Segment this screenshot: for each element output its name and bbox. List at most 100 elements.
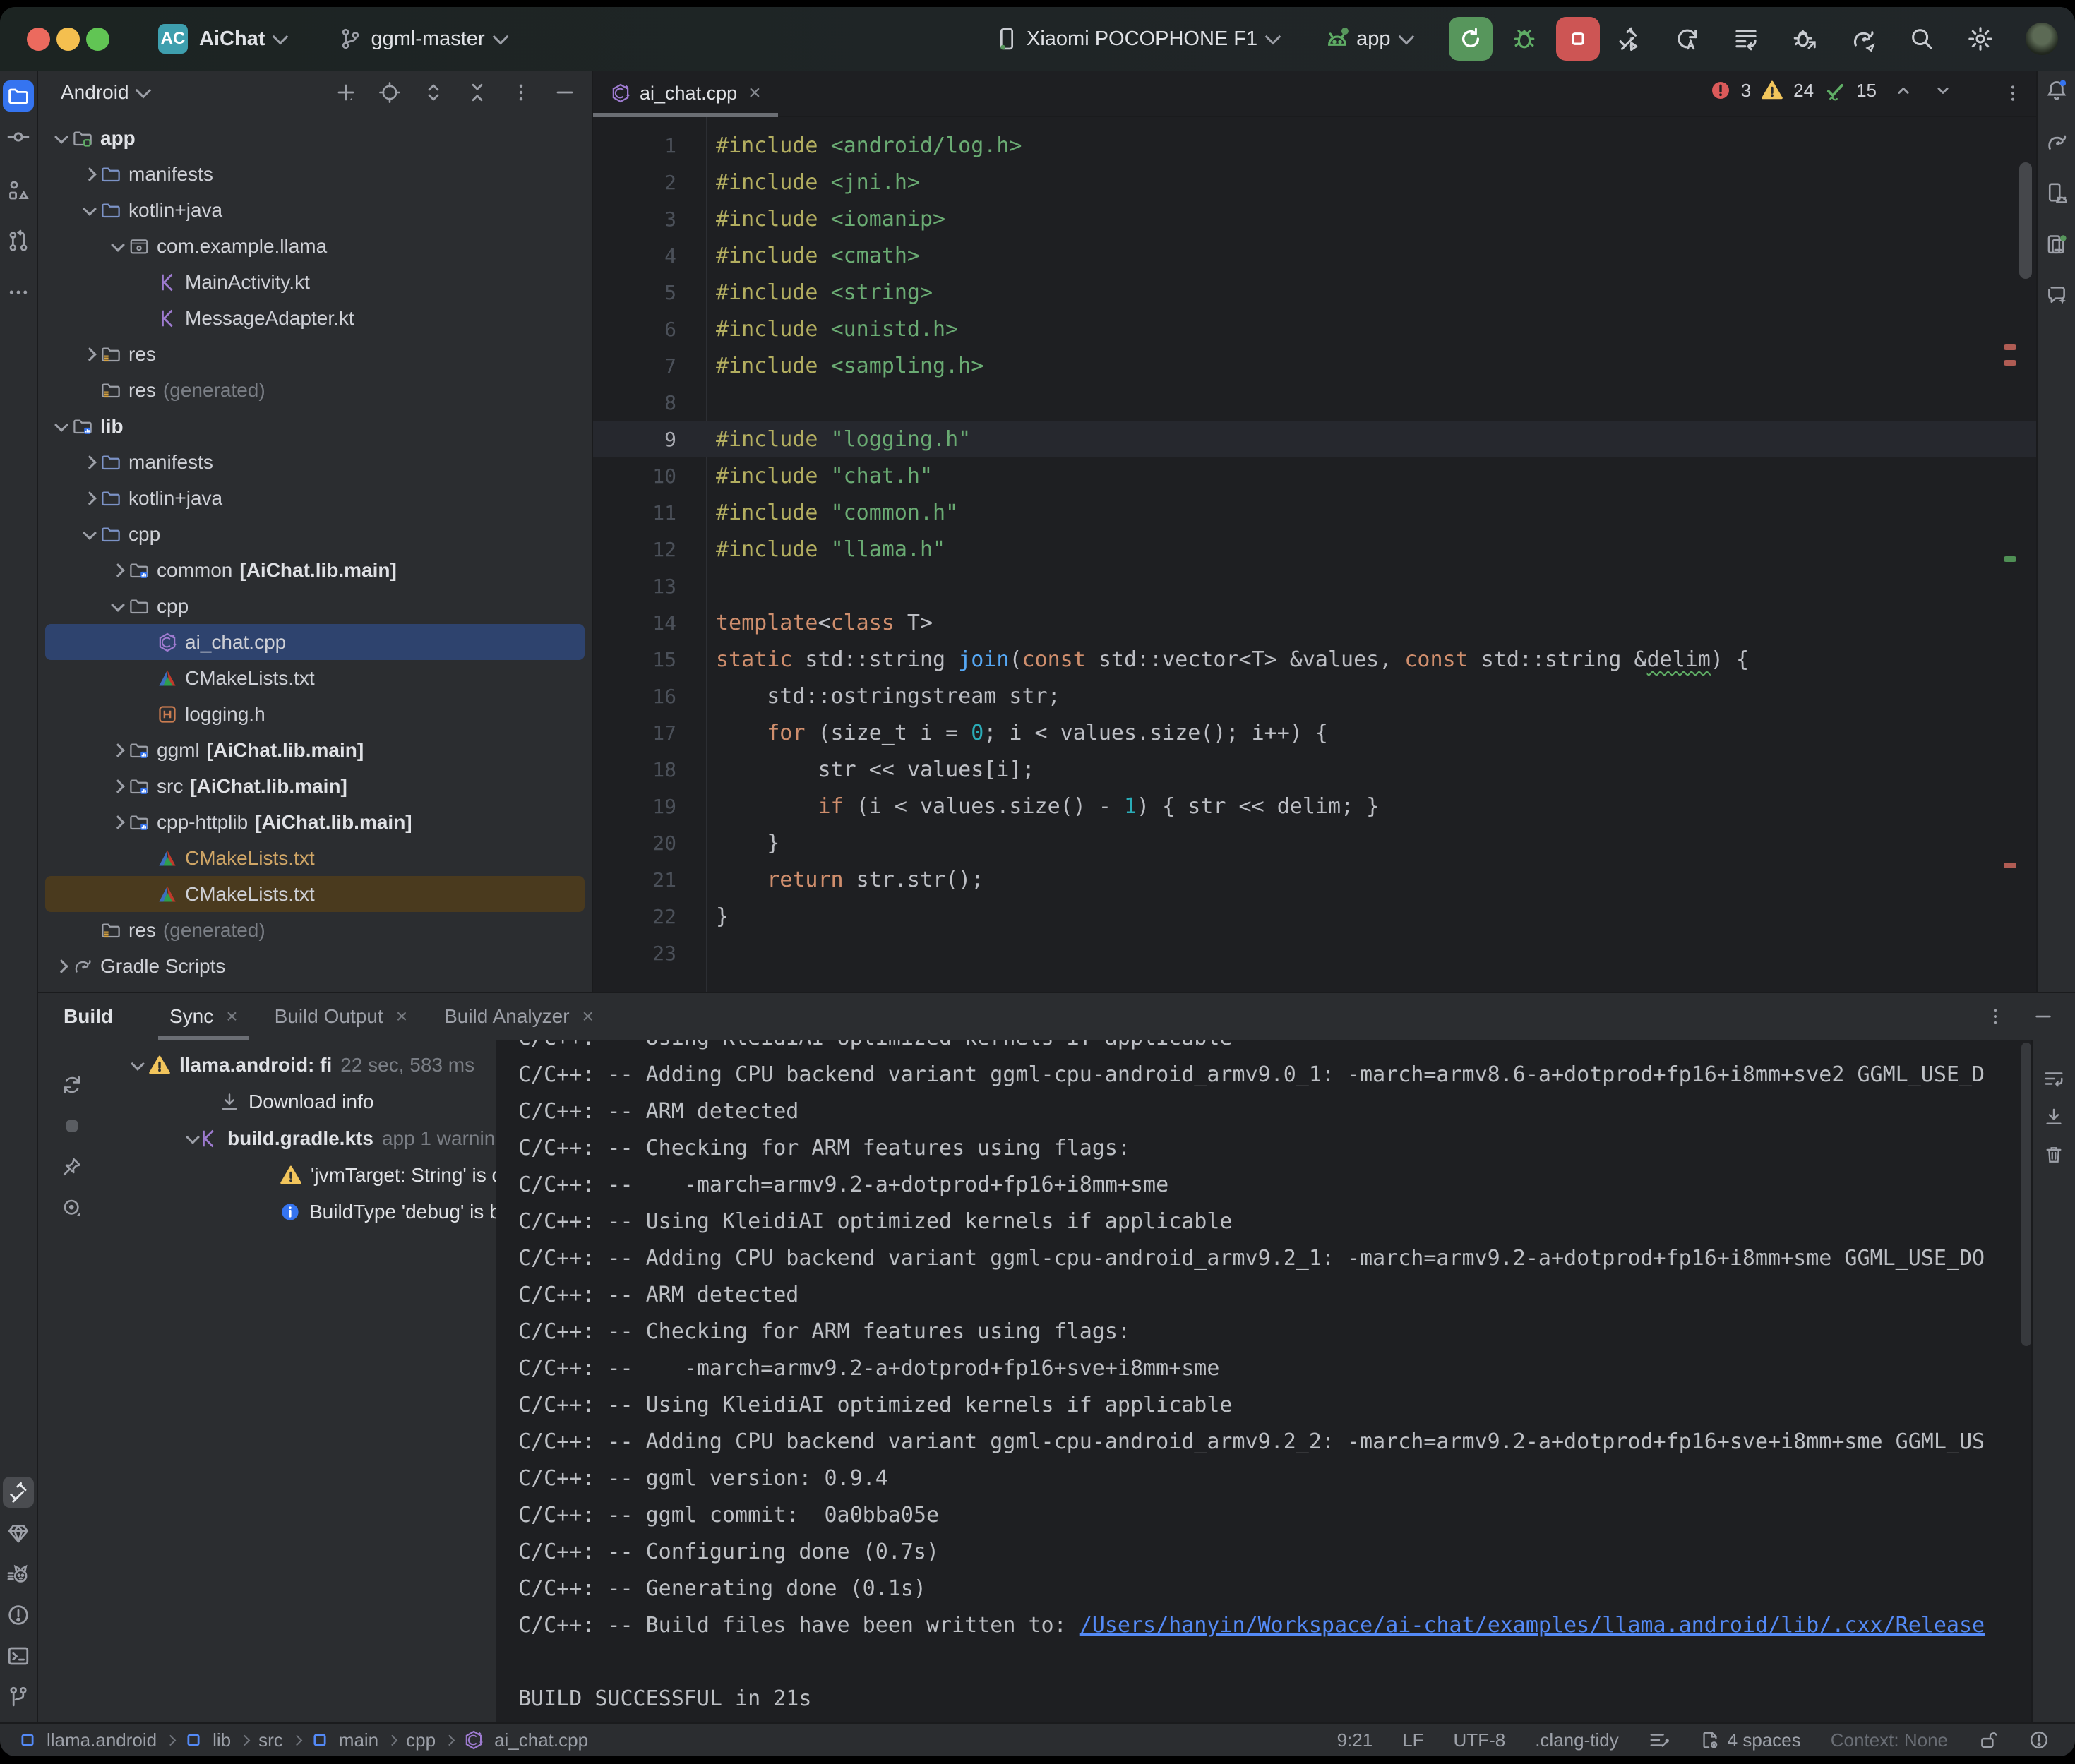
attach-debugger-icon[interactable] <box>1791 25 1818 52</box>
breadcrumb-item[interactable]: llama.android <box>47 1729 157 1751</box>
code-line-23[interactable]: 23 <box>593 935 2036 971</box>
app-insights-tool-button[interactable] <box>3 1518 34 1549</box>
run-configuration-selector[interactable]: app <box>1324 25 1411 52</box>
running-devices-button[interactable] <box>2041 229 2072 260</box>
build-event-row[interactable]: llama.android: fi22 sec, 583 ms <box>106 1047 496 1084</box>
build-options-kebab-icon[interactable] <box>1985 1006 2006 1027</box>
tree-item-cpp[interactable]: cpp <box>45 588 585 624</box>
build-console[interactable]: C/C++: -- Using KleidiAI optimized kerne… <box>497 1040 2033 1724</box>
next-problem-icon[interactable] <box>1933 80 1953 100</box>
gradle-tool-button[interactable] <box>2041 127 2072 158</box>
hide-build-window-icon[interactable] <box>2033 1006 2054 1027</box>
chevron-right-icon[interactable] <box>107 745 128 755</box>
console-scrollbar[interactable] <box>2021 1043 2031 1346</box>
chevron-down-icon[interactable] <box>107 603 128 610</box>
error-stripe-mark[interactable] <box>2004 360 2016 366</box>
tree-item-kotlin-java[interactable]: kotlin+java <box>45 480 585 516</box>
code-line-6[interactable]: 6#include <unistd.h> <box>593 311 2036 347</box>
gradle-sync-icon[interactable] <box>1850 25 1877 52</box>
sync-project-icon[interactable] <box>1674 25 1701 52</box>
chevron-down-icon[interactable] <box>51 423 72 430</box>
more-tools-button[interactable] <box>3 277 34 308</box>
tree-item-mainactivity-kt[interactable]: MainActivity.kt <box>45 264 585 300</box>
prev-problem-icon[interactable] <box>1894 80 1913 100</box>
code-line-15[interactable]: 15static std::string join(const std::vec… <box>593 641 2036 678</box>
rerun-button[interactable] <box>1449 17 1493 61</box>
build-event-row[interactable]: BuildType 'debug' is both de <box>106 1194 496 1230</box>
scroll-to-end-icon[interactable] <box>2043 1106 2064 1127</box>
show-details-icon[interactable] <box>61 1196 83 1219</box>
chevron-down-icon[interactable] <box>79 207 100 214</box>
editor-tab-ai-chat-cpp[interactable]: ai_chat.cpp × <box>593 71 778 116</box>
code-line-8[interactable]: 8 <box>593 384 2036 421</box>
pin-tab-icon[interactable] <box>61 1156 83 1178</box>
error-stripe-mark[interactable] <box>2004 863 2016 868</box>
build-event-row[interactable]: build.gradle.ktsapp 1 warning <box>106 1120 496 1157</box>
project-view-selector[interactable]: Android <box>61 81 129 104</box>
tree-item-src[interactable]: src[AiChat.lib.main] <box>45 768 585 804</box>
tree-item-ai-chat-cpp[interactable]: ai_chat.cpp <box>45 624 585 660</box>
code-line-3[interactable]: 3#include <iomanip> <box>593 200 2036 237</box>
chevron-right-icon[interactable] <box>79 493 100 503</box>
breadcrumb-item[interactable]: cpp <box>406 1729 436 1751</box>
code-line-12[interactable]: 12#include "llama.h" <box>593 531 2036 568</box>
breadcrumb-item[interactable]: lib <box>213 1729 231 1751</box>
build-hammer-run-icon[interactable] <box>1615 25 1642 52</box>
chevron-right-icon[interactable] <box>51 961 72 971</box>
tree-item-res[interactable]: res(generated) <box>45 372 585 408</box>
options-kebab-icon[interactable] <box>510 81 532 104</box>
locate-file-icon[interactable] <box>378 81 401 104</box>
notifications-button[interactable] <box>2041 75 2072 106</box>
zoom-window-button[interactable] <box>86 28 109 51</box>
analyzer-status[interactable]: .clang-tidy <box>1535 1729 1619 1751</box>
chevron-down-icon[interactable] <box>127 1062 148 1069</box>
chevron-down-icon[interactable] <box>79 531 100 538</box>
clear-all-icon[interactable] <box>2043 1144 2064 1165</box>
code-line-2[interactable]: 2#include <jni.h> <box>593 164 2036 200</box>
tree-item-manifests[interactable]: manifests <box>45 444 585 480</box>
code-line-11[interactable]: 11#include "common.h" <box>593 494 2036 531</box>
tree-item-manifests[interactable]: manifests <box>45 156 585 192</box>
code-line-5[interactable]: 5#include <string> <box>593 274 2036 311</box>
expand-all-icon[interactable] <box>422 81 445 104</box>
soft-wrap-icon[interactable] <box>2043 1068 2064 1089</box>
breadcrumb-item[interactable]: src <box>258 1729 283 1751</box>
chevron-right-icon[interactable] <box>79 457 100 467</box>
build-tab-build-analyzer[interactable]: Build Analyzer× <box>426 993 612 1040</box>
file-encoding[interactable]: UTF-8 <box>1454 1729 1506 1751</box>
commit-tool-button[interactable] <box>3 121 34 152</box>
chevron-right-icon[interactable] <box>79 169 100 179</box>
add-icon[interactable] <box>335 81 357 104</box>
tree-item-kotlin-java[interactable]: kotlin+java <box>45 192 585 228</box>
chevron-down-icon[interactable] <box>51 135 72 142</box>
tree-item-cmakelists-txt[interactable]: CMakeLists.txt <box>45 660 585 696</box>
build-tab-build-output[interactable]: Build Output× <box>256 993 426 1040</box>
code-line-22[interactable]: 22} <box>593 898 2036 935</box>
settings-gear-icon[interactable] <box>1967 25 1994 52</box>
tree-item-gradle-scripts[interactable]: Gradle Scripts <box>45 948 585 984</box>
lock-icon[interactable] <box>1978 1729 1999 1751</box>
code-line-14[interactable]: 14template<class T> <box>593 604 2036 641</box>
project-tool-button[interactable] <box>3 80 34 112</box>
code-line-20[interactable]: 20 } <box>593 824 2036 861</box>
chevron-right-icon[interactable] <box>107 781 128 791</box>
caret-position[interactable]: 9:21 <box>1337 1729 1373 1751</box>
search-everywhere-icon[interactable] <box>1908 25 1935 52</box>
close-tab-icon[interactable]: × <box>226 1005 237 1028</box>
pull-requests-tool-button[interactable] <box>3 226 34 257</box>
tree-item-res[interactable]: res <box>45 336 585 372</box>
breadcrumb-item[interactable]: ai_chat.cpp <box>494 1729 588 1751</box>
code-line-21[interactable]: 21 return str.str(); <box>593 861 2036 898</box>
context-widget[interactable]: Context: None <box>1831 1729 1948 1751</box>
indent-widget[interactable]: 4 spaces <box>1699 1729 1801 1751</box>
stop-disabled-icon[interactable] <box>61 1115 83 1137</box>
stop-button[interactable] <box>1556 17 1600 61</box>
device-selector[interactable]: Xiaomi POCOPHONE F1 <box>994 26 1279 52</box>
gemini-chat-button[interactable] <box>2041 280 2072 311</box>
apply-changes-icon[interactable] <box>1733 25 1759 52</box>
minimize-window-button[interactable] <box>56 28 80 51</box>
vcs-branch-widget[interactable]: ggml-master <box>338 27 506 51</box>
code-editor[interactable]: 1#include <android/log.h>2#include <jni.… <box>593 117 2036 992</box>
code-line-18[interactable]: 18 str << values[i]; <box>593 751 2036 788</box>
close-tab-icon[interactable]: × <box>748 81 761 105</box>
